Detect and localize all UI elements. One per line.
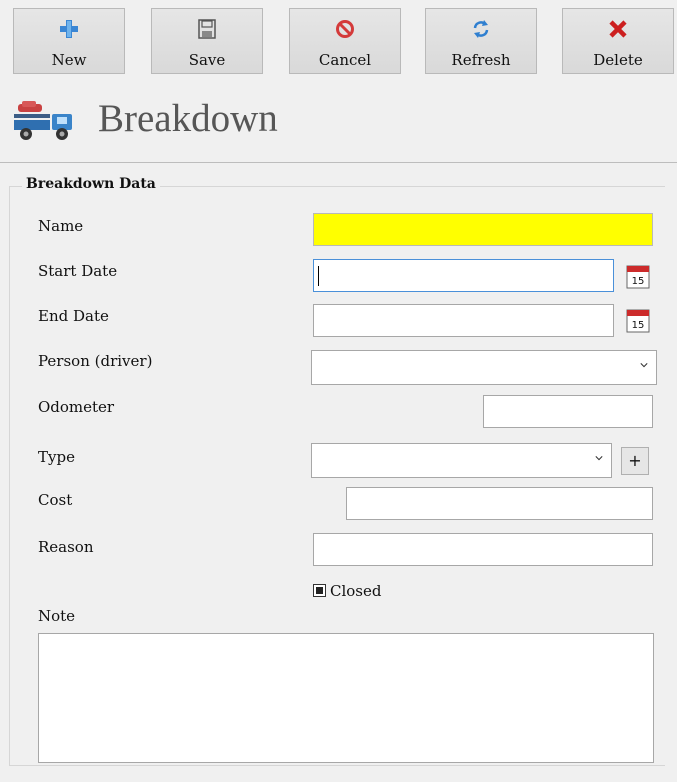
floppy-disk-icon	[152, 19, 262, 41]
calendar-day-text: 15	[632, 276, 645, 287]
group-title: Breakdown Data	[22, 176, 160, 192]
cancel-circle-icon	[290, 19, 400, 41]
end-date-input[interactable]	[313, 304, 614, 337]
text-caret	[318, 266, 319, 286]
cost-input[interactable]	[346, 487, 653, 520]
chevron-down-icon	[595, 456, 603, 461]
add-type-button[interactable]: +	[621, 447, 649, 475]
chevron-down-icon	[640, 363, 648, 368]
start-date-label: Start Date	[38, 262, 118, 280]
delete-x-icon	[563, 19, 673, 41]
note-label: Note	[38, 607, 76, 625]
person-label: Person (driver)	[38, 352, 153, 370]
reason-input[interactable]	[313, 533, 653, 566]
delete-button[interactable]: Delete	[562, 8, 674, 74]
tow-truck-icon	[12, 98, 84, 150]
name-label: Name	[38, 217, 84, 235]
end-date-label: End Date	[38, 307, 109, 325]
page-title: Breakdown	[98, 97, 278, 140]
page-header: Breakdown	[0, 84, 677, 163]
refresh-button[interactable]: Refresh	[425, 8, 537, 74]
save-button-label: Save	[188, 51, 226, 69]
new-button-label: New	[51, 51, 87, 69]
toolbar: New Save Cancel Refresh Delete	[0, 0, 677, 80]
cost-label: Cost	[38, 491, 73, 509]
plus-icon	[14, 19, 124, 41]
odometer-input[interactable]	[483, 395, 653, 428]
calendar-day-text: 15	[632, 320, 645, 331]
type-label: Type	[38, 448, 75, 466]
cancel-button[interactable]: Cancel	[289, 8, 401, 74]
odometer-label: Odometer	[38, 398, 115, 416]
calendar-icon[interactable]: 15	[626, 263, 650, 289]
cancel-button-label: Cancel	[318, 51, 372, 69]
note-textarea[interactable]	[38, 633, 654, 763]
delete-button-label: Delete	[593, 51, 643, 69]
reason-label: Reason	[38, 538, 94, 556]
refresh-icon	[426, 19, 536, 41]
new-button[interactable]: New	[13, 8, 125, 74]
refresh-button-label: Refresh	[451, 51, 511, 69]
closed-label[interactable]: Closed	[330, 582, 381, 600]
calendar-icon[interactable]: 15	[626, 307, 650, 333]
start-date-input[interactable]	[313, 259, 614, 292]
name-input[interactable]	[313, 213, 653, 246]
closed-checkbox[interactable]	[313, 584, 326, 597]
save-button[interactable]: Save	[151, 8, 263, 74]
type-dropdown[interactable]	[311, 443, 612, 478]
person-dropdown[interactable]	[311, 350, 657, 385]
